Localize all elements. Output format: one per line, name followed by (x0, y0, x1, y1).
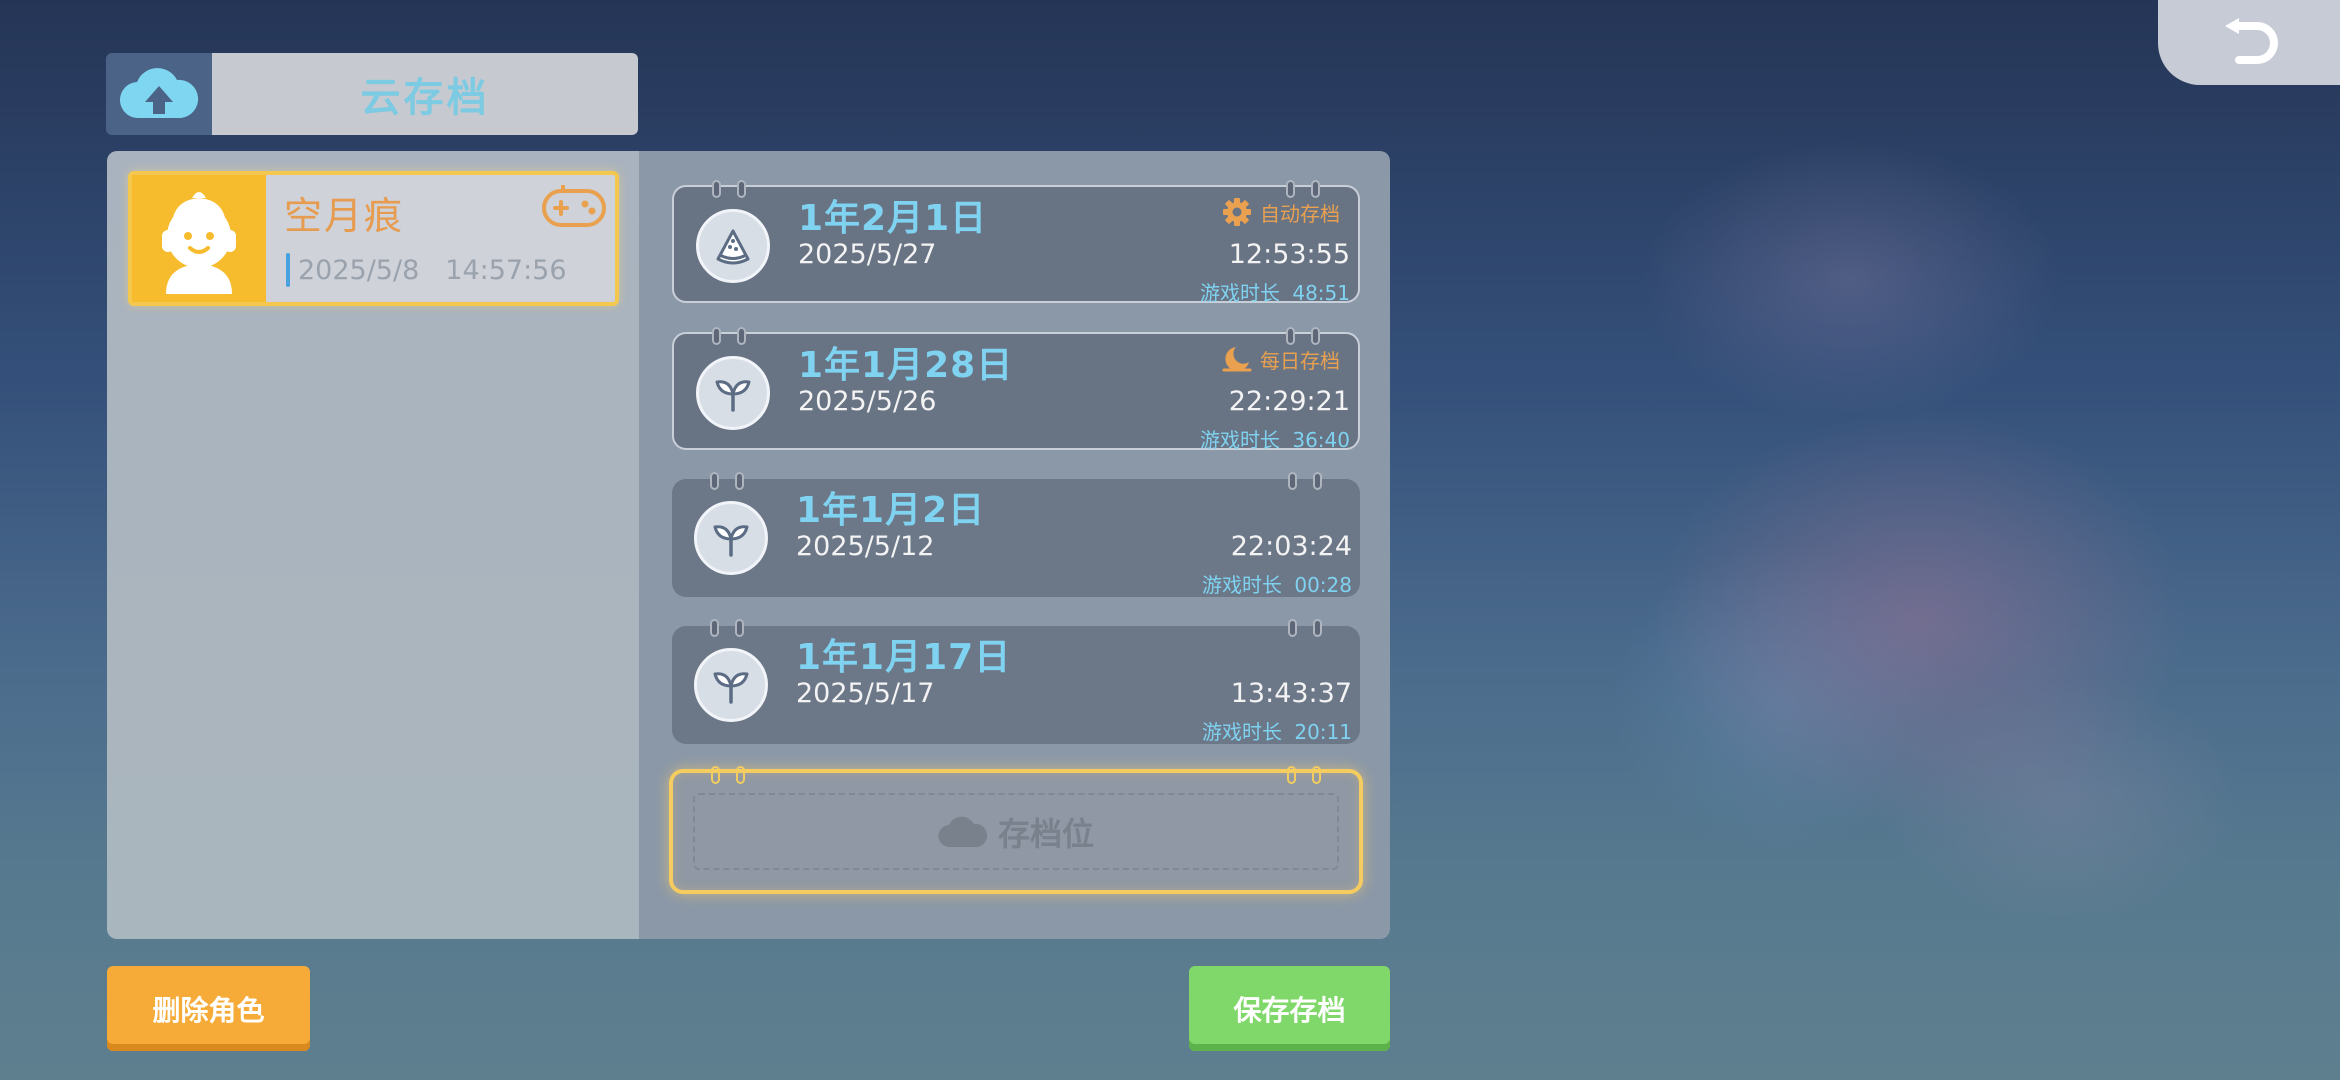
slot-game-date: 1年2月1日 (798, 198, 988, 239)
slot-real-date: 2025/5/17 (796, 678, 935, 709)
title-label-box: 云存档 (212, 53, 638, 135)
play-time-value: 00:28 (1294, 573, 1352, 597)
back-button[interactable] (2158, 0, 2340, 85)
binder-rings (710, 619, 744, 637)
binder-rings (710, 472, 744, 490)
character-last-played: 2025/5/8 14:57:56 (286, 253, 567, 287)
binder-rings (712, 180, 746, 198)
watermelon-icon (696, 209, 770, 283)
avatar (132, 175, 266, 302)
badge-label: 自动存档 (1260, 201, 1340, 226)
binder-rings (1288, 619, 1322, 637)
play-time-label: 游戏时长 (1200, 281, 1280, 305)
slot-play-time: 游戏时长 20:11 (1202, 716, 1352, 745)
delete-character-button[interactable]: 删除角色 (107, 966, 310, 1051)
delete-character-label: 删除角色 (152, 993, 265, 1027)
save-slot[interactable]: 1年1月2日 2025/5/12 22:03:24 游戏时长 00:28 (672, 472, 1360, 598)
binder-rings (1287, 766, 1321, 784)
back-arrow-icon (2225, 17, 2278, 64)
slot-play-time: 游戏时长 36:40 (1200, 424, 1350, 453)
play-time-label: 游戏时长 (1202, 720, 1282, 744)
play-time-label: 游戏时长 (1200, 428, 1280, 452)
play-time-value: 48:51 (1292, 281, 1350, 305)
slot-time: 13:43:37 (1230, 678, 1352, 709)
character-list-panel: 空月痕 2025/5/8 14:57:56 (107, 151, 639, 939)
slot-play-time: 游戏时长 00:28 (1202, 569, 1352, 598)
empty-slot-label: 存档位 (997, 814, 1094, 853)
slot-time: 22:29:21 (1228, 386, 1350, 417)
character-time: 14:57:56 (445, 254, 567, 286)
gamepad-icon (542, 185, 606, 227)
binder-rings (1286, 327, 1320, 345)
save-slot[interactable]: 1年1月28日 2025/5/26 每日存档 22:29:21 游戏时长 36:… (672, 327, 1360, 453)
page-title: 云存档 (360, 75, 490, 121)
play-time-label: 游戏时长 (1202, 573, 1282, 597)
slot-real-date: 2025/5/12 (796, 531, 935, 562)
character-date: 2025/5/8 (298, 254, 420, 286)
save-slot[interactable]: 1年2月1日 2025/5/27 自动存档 12:53:55 游戏时长 48:5… (672, 180, 1360, 306)
character-card[interactable]: 空月痕 2025/5/8 14:57:56 (128, 171, 619, 306)
slot-play-time: 游戏时长 48:51 (1200, 277, 1350, 306)
auto-save-badge: 自动存档 (1222, 197, 1340, 227)
character-avatar-icon (162, 191, 236, 294)
slot-real-date: 2025/5/27 (798, 239, 937, 270)
character-info: 空月痕 2025/5/8 14:57:56 (266, 175, 615, 302)
binder-rings (1288, 472, 1322, 490)
time-marker (286, 253, 290, 287)
slot-time: 22:03:24 (1230, 531, 1352, 562)
slot-game-date: 1年1月17日 (796, 637, 1012, 678)
play-time-value: 36:40 (1292, 428, 1350, 452)
slot-time: 12:53:55 (1228, 239, 1350, 270)
cloud-upload-icon (119, 68, 199, 119)
binder-rings (711, 766, 745, 784)
binder-rings (1286, 180, 1320, 198)
title-icon-box (106, 53, 212, 135)
save-game-button[interactable]: 保存存档 (1189, 966, 1390, 1051)
slot-game-date: 1年1月2日 (796, 490, 986, 531)
play-time-value: 20:11 (1294, 720, 1352, 744)
gear-icon (1223, 198, 1251, 226)
title-tab: 云存档 (106, 53, 638, 135)
save-slot[interactable]: 1年1月17日 2025/5/17 13:43:37 游戏时长 20:11 (672, 619, 1360, 745)
badge-label: 每日存档 (1260, 348, 1340, 373)
moon-icon (1222, 347, 1252, 372)
cloud-icon (938, 816, 988, 847)
sprout-icon (696, 356, 770, 430)
sprout-icon (694, 648, 768, 722)
slot-real-date: 2025/5/26 (798, 386, 937, 417)
empty-save-slot[interactable]: 存档位 (669, 766, 1363, 894)
empty-slot-placeholder: 存档位 (693, 793, 1339, 870)
sprout-icon (694, 501, 768, 575)
binder-rings (712, 327, 746, 345)
save-game-label: 保存存档 (1233, 993, 1346, 1027)
slot-game-date: 1年1月28日 (798, 345, 1014, 386)
character-name: 空月痕 (284, 194, 405, 238)
daily-save-badge: 每日存档 (1222, 344, 1340, 374)
